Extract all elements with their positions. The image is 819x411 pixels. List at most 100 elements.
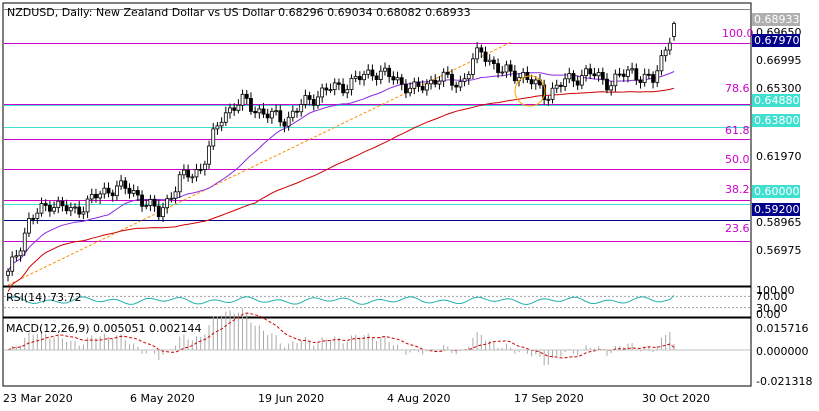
candle-body	[39, 203, 44, 214]
candle-body	[567, 73, 572, 80]
candle-body	[198, 169, 203, 171]
candle-body	[269, 110, 274, 119]
candle-body	[483, 51, 488, 62]
candle-body	[211, 128, 216, 147]
candle-body	[240, 93, 245, 106]
candle-body	[600, 72, 605, 80]
trading-chart[interactable]: NZDUSD, Daily: New Zealand Dollar vs US …	[0, 0, 819, 411]
candle-body	[450, 73, 454, 86]
candle-body	[341, 83, 345, 94]
chart-title: NZDUSD, Daily: New Zealand Dollar vs US …	[7, 6, 471, 19]
price-level-boxes: 0.68933 0.67970 0.64880 0.63800 0.60000 …	[752, 13, 800, 216]
candle-body	[177, 174, 182, 193]
candle-body	[43, 203, 48, 206]
candle-body	[253, 111, 258, 114]
candle-body	[433, 79, 438, 85]
candle-body	[378, 70, 383, 80]
candle-body	[102, 187, 107, 195]
candle-body	[337, 82, 341, 85]
candle-body	[223, 112, 228, 123]
candle-body	[596, 72, 601, 77]
candle-body	[127, 187, 132, 194]
candle-body	[454, 84, 459, 88]
time-tick: 30 Oct 2020	[642, 392, 710, 405]
price-tick: 0.58965	[756, 216, 802, 229]
candle-body	[278, 110, 283, 123]
candle-body	[487, 59, 492, 62]
price-axis: 0.69650 0.66995 0.65300 0.61970 0.58965 …	[756, 26, 802, 257]
price-tick: 0.56975	[756, 244, 802, 257]
candle-body	[257, 108, 262, 114]
candle-body	[630, 68, 635, 71]
candle-body	[466, 74, 471, 80]
time-tick: 4 Aug 2020	[387, 392, 450, 405]
candle-body	[182, 169, 186, 176]
candle-body	[408, 87, 413, 94]
candle-body	[89, 194, 94, 200]
fib-label-236: 23.6	[725, 222, 750, 235]
macd-axis-bottom: -0.021318	[756, 375, 812, 388]
candle-body	[328, 89, 333, 92]
candle-body	[458, 81, 463, 88]
candle-body	[110, 192, 115, 197]
candle-body	[115, 185, 119, 197]
candle-body	[563, 78, 567, 87]
candle-body	[429, 79, 433, 85]
level-label-67970: 0.67970	[754, 34, 800, 47]
candle-body	[533, 79, 538, 85]
time-tick: 23 Mar 2020	[3, 392, 73, 405]
candle-body	[412, 81, 417, 89]
candle-body	[550, 87, 555, 100]
candle-body	[571, 73, 576, 82]
candle-body	[609, 85, 614, 91]
candle-body	[366, 69, 371, 75]
candle-body	[588, 68, 593, 75]
candle-body	[232, 107, 237, 111]
candle-body	[194, 169, 199, 178]
candle-body	[169, 197, 174, 200]
level-label-64880: 0.64880	[754, 94, 800, 107]
candle-body	[68, 207, 73, 212]
candle-body	[420, 85, 425, 91]
candle-body	[64, 205, 69, 212]
candle-body	[638, 79, 643, 83]
candle-body	[399, 77, 404, 85]
candle-body	[496, 63, 500, 73]
candle-body	[119, 180, 123, 187]
candle-body	[73, 206, 77, 209]
candle-body	[575, 80, 580, 86]
level-label-63800: 0.63800	[754, 114, 800, 127]
fib-label-100: 100.0	[722, 27, 754, 40]
candle-body	[357, 76, 362, 81]
candle-body	[667, 42, 672, 51]
candle-body	[404, 83, 408, 94]
candle-body	[508, 64, 513, 72]
candle-body	[529, 79, 534, 85]
candle-body	[621, 73, 626, 77]
candle-body	[395, 77, 400, 81]
level-label-59200: 0.59200	[754, 203, 800, 216]
candle-body	[383, 67, 387, 72]
price-tick: 0.61970	[756, 150, 802, 163]
candle-body	[295, 110, 299, 113]
candle-body	[207, 145, 211, 165]
candle-body	[617, 73, 622, 76]
candle-body	[584, 68, 588, 76]
candle-body	[60, 200, 65, 207]
candle-body	[140, 194, 144, 207]
candle-body	[475, 47, 480, 60]
candle-body	[123, 180, 128, 189]
price-tick: 0.66995	[756, 54, 802, 67]
candle-body	[471, 58, 475, 75]
level-label-60000: 0.60000	[754, 185, 800, 198]
candle-body	[663, 49, 668, 57]
candle-body	[148, 199, 153, 206]
candle-body	[387, 67, 392, 78]
rsi-axis-0: 0.00	[756, 308, 781, 321]
candle-body	[56, 200, 61, 208]
candle-body	[10, 256, 15, 272]
rsi-title: RSI(14) 73.72	[6, 291, 81, 304]
candle-body	[27, 218, 31, 234]
candle-body	[634, 68, 639, 81]
candle-body	[286, 116, 291, 127]
